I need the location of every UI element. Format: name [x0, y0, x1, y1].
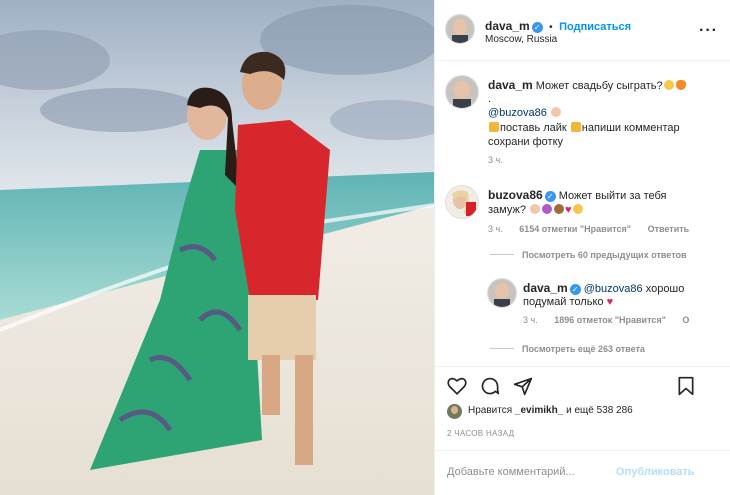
caption: dava_m Может свадьбу сыграть? [488, 78, 728, 93]
comment-reply-button[interactable]: Ответить [648, 224, 690, 234]
woman-emoji-icon [530, 204, 541, 214]
bookmark-icon[interactable] [677, 376, 695, 396]
reply: dava_m ✓ @buzova86 хорошо [523, 281, 684, 296]
post-header: dava_m ✓ • Подписаться [485, 19, 632, 33]
likes-prefix: Нравится [468, 405, 513, 416]
heart-icon[interactable] [447, 376, 467, 395]
share-icon[interactable] [513, 376, 533, 396]
likes-summary: Нравится _evimikh_ и ещё 538 286 [468, 405, 633, 416]
comment-line-2: замуж? ♥ [488, 203, 584, 217]
likes-user-link[interactable]: _evimikh_ [515, 405, 563, 416]
comment-avatar[interactable] [446, 186, 478, 218]
comment-icon[interactable] [480, 376, 500, 396]
reply-time[interactable]: 3 ч. [523, 315, 538, 325]
fire-emoji-icon [675, 80, 686, 90]
post-sidebar [434, 0, 730, 495]
comment: buzova86 ✓ Может выйти за тебя [488, 188, 667, 203]
heart-emoji-icon: ♥ [606, 296, 614, 308]
caption-mention-link[interactable]: @buzova86 [488, 107, 547, 119]
author-username[interactable]: dava_m [485, 19, 530, 33]
caption-username[interactable]: dava_m [488, 78, 533, 92]
female-sign-emoji-icon [542, 204, 553, 214]
author-avatar[interactable] [446, 15, 474, 43]
comment-input-divider [435, 450, 730, 451]
caption-line-3: сохрани фотку [488, 136, 564, 148]
header-divider [435, 60, 730, 61]
caption-time[interactable]: 3 ч. [488, 155, 503, 165]
likes-suffix[interactable]: и ещё 538 286 [566, 405, 633, 416]
publish-button[interactable]: Опубликовать [616, 466, 695, 478]
comment-text-line2: замуж? [488, 204, 526, 216]
bear-emoji-icon [554, 204, 565, 214]
reply-text-line2: подумай только [523, 296, 604, 308]
verified-badge-icon: ✓ [531, 22, 543, 33]
reply-avatar[interactable] [488, 279, 516, 307]
post-time-ago[interactable]: 2 ЧАСОВ НАЗАД [447, 429, 514, 438]
verified-badge-icon: ✓ [544, 191, 556, 202]
beach-couple-image [0, 0, 434, 495]
party-emoji-icon [489, 122, 499, 132]
caption-avatar[interactable] [446, 76, 478, 108]
smile-emoji-icon [572, 204, 583, 214]
reply-likes[interactable]: 1896 отметок "Нравится" [554, 315, 666, 325]
reply-reply-button[interactable]: О [682, 315, 689, 325]
caption-text: Может свадьбу сыграть? [535, 80, 663, 92]
verified-badge-icon: ✓ [569, 284, 581, 295]
reply-line-2: подумай только ♥ [523, 295, 613, 309]
view-previous-replies[interactable]: Посмотреть 60 предыдущих ответов [490, 250, 687, 260]
emoji-icon [663, 80, 674, 90]
add-comment-input[interactable]: Добавьте комментарий... [447, 466, 575, 478]
comment-time[interactable]: 3 ч. [488, 224, 503, 234]
reply-meta: 3 ч. 1896 отметок "Нравится" О [523, 315, 689, 325]
party-emoji-icon [570, 122, 581, 132]
view-more-replies[interactable]: Посмотреть ещё 263 ответа [490, 344, 645, 354]
caption-line-2: поставь лайк напиши комментар [488, 121, 680, 135]
post-location[interactable]: Moscow, Russia [485, 34, 557, 45]
follow-button[interactable]: Подписаться [559, 21, 631, 33]
reply-username[interactable]: dava_m [523, 281, 568, 295]
liker-avatar[interactable] [447, 404, 462, 419]
actions-divider [435, 366, 730, 367]
woman-emoji-icon [550, 107, 561, 117]
reply-text-line1: хорошо [645, 283, 685, 295]
more-options-icon[interactable]: ··· [699, 22, 718, 40]
comment-text-line1: Может выйти за тебя [558, 190, 667, 202]
post-photo[interactable] [0, 0, 434, 495]
caption-line-mention: @buzova86 [488, 106, 562, 120]
comment-username[interactable]: buzova86 [488, 188, 543, 202]
comment-meta: 3 ч. 6154 отметки "Нравится" Ответить [488, 224, 689, 234]
comment-likes[interactable]: 6154 отметки "Нравится" [519, 224, 631, 234]
reply-mention-link[interactable]: @buzova86 [584, 283, 643, 295]
heart-emoji-icon: ♥ [565, 204, 572, 216]
caption-dot: . [488, 93, 492, 105]
